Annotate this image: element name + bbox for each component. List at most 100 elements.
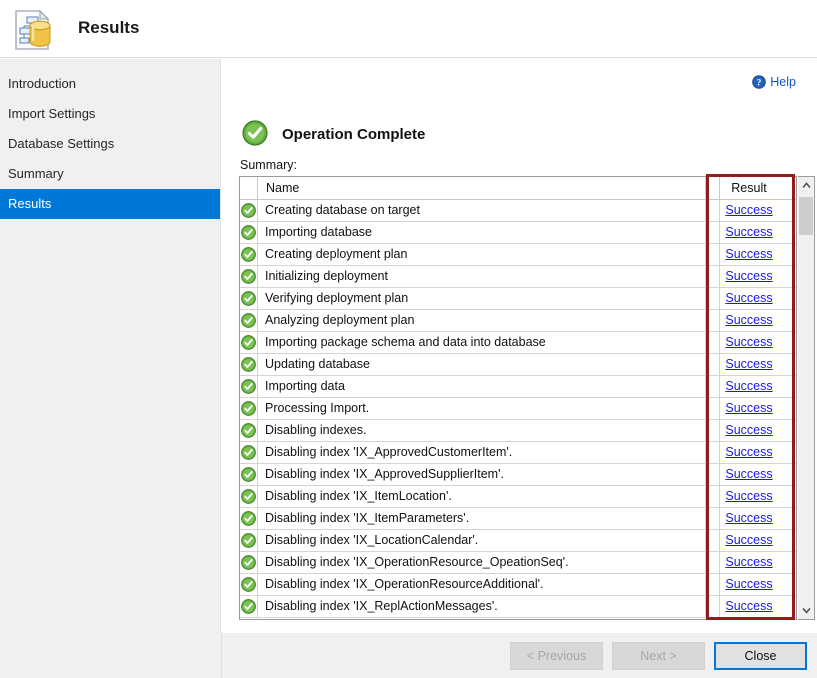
row-spacer xyxy=(706,574,720,595)
footer-left-strip xyxy=(0,632,222,678)
scrollbar-thumb[interactable] xyxy=(799,197,813,235)
row-name: Disabling index 'IX_OperationResource_Op… xyxy=(258,552,706,573)
success-check-icon xyxy=(242,120,268,149)
result-link[interactable]: Success xyxy=(725,379,772,393)
table-row[interactable]: Disabling index 'IX_OperationResource_Op… xyxy=(240,552,796,574)
previous-button[interactable]: < Previous xyxy=(510,642,603,670)
table-row[interactable]: Processing Import. Success xyxy=(240,398,796,420)
success-check-icon xyxy=(240,530,258,551)
result-link[interactable]: Success xyxy=(725,335,772,349)
table-row[interactable]: Disabling index 'IX_ItemLocation'. Succes… xyxy=(240,486,796,508)
column-header-result[interactable]: Result xyxy=(720,177,778,199)
result-link[interactable]: Success xyxy=(725,533,772,547)
sidebar-item-import-settings[interactable]: Import Settings xyxy=(0,99,220,129)
sidebar-item-label: Introduction xyxy=(8,76,76,91)
result-link[interactable]: Success xyxy=(725,247,772,261)
table-row[interactable]: Disabling index 'IX_OperationResourceAdd… xyxy=(240,574,796,596)
success-check-icon xyxy=(240,420,258,441)
row-spacer xyxy=(706,266,720,287)
success-check-icon xyxy=(240,398,258,419)
row-spacer xyxy=(706,530,720,551)
table-row[interactable]: Importing package schema and data into d… xyxy=(240,332,796,354)
success-check-icon xyxy=(240,266,258,287)
table-row[interactable]: Creating deployment plan Success xyxy=(240,244,796,266)
result-link[interactable]: Success xyxy=(725,423,772,437)
row-name: Disabling index 'IX_ItemParameters'. xyxy=(258,508,706,529)
success-check-icon xyxy=(240,200,258,221)
result-link[interactable]: Success xyxy=(725,511,772,525)
table-row[interactable]: Importing database Success xyxy=(240,222,796,244)
page-title: Results xyxy=(78,18,140,37)
row-result: Success xyxy=(720,398,778,419)
sidebar-item-database-settings[interactable]: Database Settings xyxy=(0,129,220,159)
row-result: Success xyxy=(720,464,778,485)
result-link[interactable]: Success xyxy=(725,203,772,217)
result-link[interactable]: Success xyxy=(725,445,772,459)
row-spacer xyxy=(706,596,720,617)
result-link[interactable]: Success xyxy=(725,357,772,371)
row-result: Success xyxy=(720,442,778,463)
summary-label: Summary: xyxy=(240,158,297,172)
row-result: Success xyxy=(720,420,778,441)
table-row[interactable]: Initializing deployment Success xyxy=(240,266,796,288)
result-link[interactable]: Success xyxy=(725,555,772,569)
column-header-icon[interactable] xyxy=(240,177,258,199)
result-link[interactable]: Success xyxy=(725,467,772,481)
table-row[interactable]: Disabling index 'IX_ItemParameters'. Succ… xyxy=(240,508,796,530)
close-button[interactable]: Close xyxy=(714,642,807,670)
help-link[interactable]: ? Help xyxy=(752,75,796,89)
row-name: Disabling index 'IX_OperationResourceAdd… xyxy=(258,574,706,595)
table-row[interactable]: Disabling index 'IX_ReplActionMessages'.… xyxy=(240,596,796,618)
success-check-icon xyxy=(240,596,258,617)
row-result: Success xyxy=(720,244,778,265)
row-result: Success xyxy=(720,310,778,331)
result-link[interactable]: Success xyxy=(725,269,772,283)
row-result: Success xyxy=(720,508,778,529)
row-name: Updating database xyxy=(258,354,706,375)
sidebar-item-results[interactable]: Results xyxy=(0,189,220,219)
success-check-icon xyxy=(240,486,258,507)
grid-vertical-scrollbar[interactable] xyxy=(798,176,815,620)
sidebar-item-summary[interactable]: Summary xyxy=(0,159,220,189)
table-row[interactable]: Analyzing deployment plan Success xyxy=(240,310,796,332)
result-link[interactable]: Success xyxy=(725,291,772,305)
table-row[interactable]: Disabling index 'IX_ApprovedCustomerItem… xyxy=(240,442,796,464)
table-row[interactable]: Disabling index 'IX_ApprovedSupplierItem… xyxy=(240,464,796,486)
scroll-up-arrow-icon[interactable] xyxy=(798,177,814,194)
footer-bar: < Previous Next > Close xyxy=(222,632,817,678)
result-link[interactable]: Success xyxy=(725,401,772,415)
success-check-icon xyxy=(240,310,258,331)
result-link[interactable]: Success xyxy=(725,599,772,613)
row-result: Success xyxy=(720,200,778,221)
result-link[interactable]: Success xyxy=(725,225,772,239)
row-spacer xyxy=(706,398,720,419)
row-result: Success xyxy=(720,266,778,287)
row-spacer xyxy=(706,244,720,265)
table-row[interactable]: Importing data Success xyxy=(240,376,796,398)
row-spacer xyxy=(706,552,720,573)
table-row[interactable]: Verifying deployment plan Success xyxy=(240,288,796,310)
next-button[interactable]: Next > xyxy=(612,642,705,670)
row-spacer xyxy=(706,376,720,397)
success-check-icon xyxy=(240,574,258,595)
result-link[interactable]: Success xyxy=(725,313,772,327)
row-spacer xyxy=(706,464,720,485)
scroll-down-arrow-icon[interactable] xyxy=(798,602,814,619)
column-header-name[interactable]: Name xyxy=(258,177,706,199)
row-spacer xyxy=(706,508,720,529)
database-document-icon xyxy=(12,9,56,51)
row-name: Disabling index 'IX_ReplActionMessages'. xyxy=(258,596,706,617)
success-check-icon xyxy=(240,222,258,243)
row-name: Analyzing deployment plan xyxy=(258,310,706,331)
result-link[interactable]: Success xyxy=(725,577,772,591)
sidebar-item-introduction[interactable]: Introduction xyxy=(0,69,220,99)
result-link[interactable]: Success xyxy=(725,489,772,503)
row-result: Success xyxy=(720,332,778,353)
row-result: Success xyxy=(720,574,778,595)
table-row[interactable]: Disabling indexes. Success xyxy=(240,420,796,442)
svg-text:?: ? xyxy=(757,79,762,89)
table-row[interactable]: Disabling index 'IX_LocationCalendar'. Su… xyxy=(240,530,796,552)
table-row[interactable]: Updating database Success xyxy=(240,354,796,376)
help-circle-icon: ? xyxy=(752,75,767,89)
table-row[interactable]: Creating database on target Success xyxy=(240,200,796,222)
